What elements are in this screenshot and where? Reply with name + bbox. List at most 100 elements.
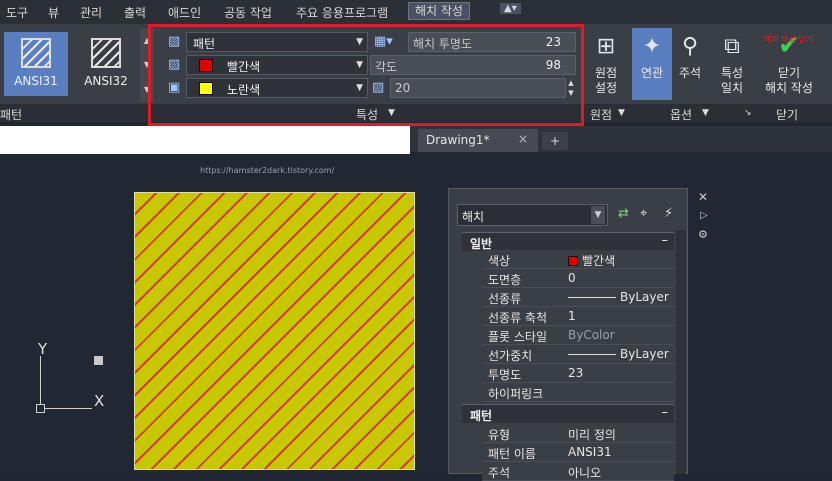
- panel-label-pattern: 패턴: [0, 108, 23, 122]
- prop-row-linetype-scale[interactable]: 선종류 축척 1: [482, 307, 674, 326]
- prop-key: 도면층: [488, 273, 522, 287]
- close-icon[interactable]: ×: [518, 132, 528, 146]
- prop-key: 주석: [488, 466, 511, 480]
- prop-key: 플롯 스타일: [488, 330, 548, 344]
- match-properties-button[interactable]: ⧉ 특성 일치: [714, 30, 750, 96]
- linetype-sample: [568, 297, 616, 298]
- collapse-icon[interactable]: –: [662, 405, 669, 420]
- prop-value: 0: [568, 271, 576, 285]
- chevron-down-icon[interactable]: ▼: [618, 108, 625, 118]
- panel-label-origin[interactable]: 원점: [590, 106, 612, 123]
- annotation-highlight-box: [148, 24, 584, 126]
- prop-row-lineweight[interactable]: 선가중치 ByLayer: [482, 345, 674, 364]
- object-type-select[interactable]: 해치 ▼: [457, 204, 608, 226]
- prop-row-plot-style[interactable]: 플롯 스타일 ByColor: [482, 326, 674, 345]
- prop-value: ANSI31: [568, 445, 612, 459]
- panel-label-close: 닫기: [776, 108, 799, 122]
- tab-label: Drawing1*: [426, 133, 490, 147]
- ucs-x-label: X: [94, 392, 105, 410]
- annotative-button[interactable]: ⚲ 주석: [674, 30, 706, 81]
- prop-key: 유형: [488, 428, 511, 442]
- menu-view[interactable]: 뷰: [48, 4, 59, 21]
- palette-controls: ✕ ▷ ⚙: [696, 190, 714, 250]
- close-icon[interactable]: ✕: [698, 190, 708, 204]
- ribbon-toggle-icon[interactable]: ▲▾: [500, 3, 521, 14]
- prop-value: 아니오: [568, 466, 602, 480]
- section-pattern[interactable]: 패턴 –: [462, 404, 674, 423]
- prop-row-annotative[interactable]: 주석 아니오: [482, 462, 674, 481]
- prop-row-hyperlink[interactable]: 하이퍼링크: [482, 383, 674, 402]
- prop-key: 색상: [488, 254, 511, 268]
- prop-key: 선종류 축척: [488, 311, 548, 325]
- set-origin-button[interactable]: ⊞ 원점 설정: [588, 30, 624, 96]
- associative-label: 연관: [640, 66, 664, 80]
- prop-value: 미리 정의: [568, 428, 616, 442]
- pattern-tile-ansi31[interactable]: ANSI31: [4, 32, 68, 96]
- prop-row-color[interactable]: 색상 빨간색: [482, 250, 674, 269]
- annotative-label: 주석: [678, 66, 702, 80]
- prop-key: 패턴 이름: [488, 447, 536, 461]
- prop-value: ByLayer: [620, 347, 669, 361]
- prop-value: 23: [568, 366, 584, 380]
- settings-icon[interactable]: ⚙: [698, 228, 708, 241]
- hatch-pattern-icon: [91, 38, 121, 68]
- set-origin-label: 원점 설정: [594, 66, 618, 95]
- prop-key: 선종류: [488, 292, 522, 306]
- prop-value: ByColor: [568, 328, 615, 342]
- pickadd-toggle-icon[interactable]: ⇄: [618, 206, 629, 221]
- object-type-value: 해치: [462, 210, 485, 224]
- prop-value: 1: [568, 309, 576, 323]
- white-region: [0, 126, 410, 154]
- prop-value: 빨간색: [582, 254, 616, 268]
- annotative-icon: ⚲: [681, 33, 699, 59]
- menu-hatch-creation[interactable]: 해치 작성: [408, 2, 470, 20]
- ucs-marker-icon: [94, 356, 103, 365]
- palette-scrollbar[interactable]: [676, 230, 686, 474]
- menu-bar: 도구 뷰 관리 출력 애드인 공동 작업 주요 응용프로그램 해치 작성 ▲▾: [0, 0, 832, 24]
- menu-tools[interactable]: 도구: [6, 4, 28, 21]
- prop-key: 선가중치: [488, 349, 533, 363]
- prop-row-pattern-name[interactable]: 패턴 이름 ANSI31: [482, 443, 674, 462]
- lineweight-sample: [568, 354, 616, 355]
- color-swatch: [568, 256, 578, 266]
- close-tooltip: 해치 작성 닫기: [764, 35, 814, 44]
- associative-icon: ✦: [642, 33, 662, 59]
- menu-output[interactable]: 출력: [124, 4, 146, 21]
- match-properties-label: 특성 일치: [720, 66, 744, 95]
- chevron-down-icon: ▼: [591, 206, 605, 224]
- section-general[interactable]: 일반 –: [462, 232, 674, 251]
- hatch-object[interactable]: [134, 192, 415, 470]
- chevron-down-icon[interactable]: ▼: [702, 108, 709, 118]
- hatch-pattern-icon: [21, 38, 51, 68]
- prop-row-linetype[interactable]: 선종류 ByLayer: [482, 288, 674, 307]
- prop-row-type[interactable]: 유형 미리 정의: [482, 424, 674, 443]
- menu-collaborate[interactable]: 공동 작업: [224, 4, 272, 21]
- menu-manage[interactable]: 관리: [80, 4, 102, 21]
- collapse-icon[interactable]: –: [662, 233, 669, 248]
- close-hatch-label: 닫기 해치 작성: [765, 66, 813, 95]
- prop-key: 하이퍼링크: [488, 387, 544, 401]
- autohide-icon[interactable]: ▷: [700, 210, 708, 221]
- tab-drawing1[interactable]: Drawing1* ×: [418, 129, 538, 152]
- prop-value: ByLayer: [620, 290, 669, 304]
- plus-icon: +: [549, 134, 561, 148]
- menu-addins[interactable]: 애드인: [168, 4, 201, 21]
- prop-row-transparency[interactable]: 투명도 23: [482, 364, 674, 383]
- section-title: 패턴: [470, 409, 493, 423]
- pattern-tile-ansi32[interactable]: ANSI32: [74, 32, 138, 96]
- match-properties-icon: ⧉: [724, 33, 740, 59]
- menu-featured-apps[interactable]: 주요 응용프로그램: [296, 4, 388, 21]
- prop-key: 투명도: [488, 368, 522, 382]
- ucs-x-axis: [40, 408, 92, 409]
- new-tab-button[interactable]: +: [542, 132, 568, 150]
- prop-row-layer[interactable]: 도면층 0: [482, 269, 674, 288]
- panel-label-options[interactable]: 옵션: [670, 106, 692, 123]
- quick-select-icon[interactable]: ⚡: [664, 206, 673, 221]
- ucs-origin-icon: [36, 404, 45, 413]
- select-objects-icon[interactable]: ⌖: [640, 206, 647, 221]
- pattern-label: ANSI32: [84, 74, 128, 88]
- origin-icon: ⊞: [596, 33, 616, 59]
- associative-button[interactable]: ✦ 연관: [632, 28, 672, 100]
- dialog-launcher-icon[interactable]: ↘: [744, 108, 752, 118]
- pattern-label: ANSI31: [14, 74, 58, 88]
